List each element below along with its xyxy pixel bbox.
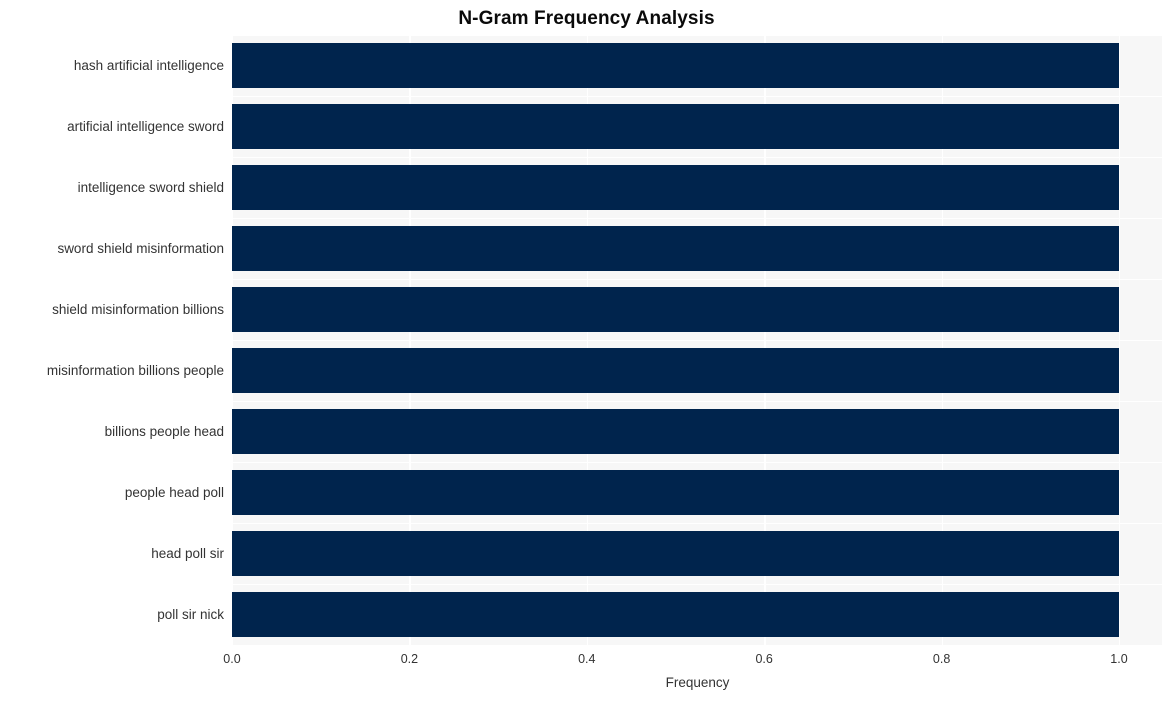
x-axis-tick-label: 1.0 [1110, 652, 1128, 666]
horizontal-gridline [232, 96, 1163, 98]
x-axis-tick-label: 0.8 [932, 652, 951, 666]
horizontal-gridline [232, 279, 1163, 281]
x-axis-tick-label: 0.0 [223, 652, 241, 666]
bar [232, 43, 1119, 88]
bar [232, 409, 1119, 454]
bar [232, 531, 1119, 576]
x-axis-tick-label: 0.4 [578, 652, 596, 666]
bar [232, 104, 1119, 149]
vertical-gridline [1161, 35, 1163, 645]
x-axis-tick-label: 0.6 [755, 652, 773, 666]
y-axis-tick-label: sword shield misinformation [57, 240, 224, 256]
y-axis-tick-label: people head poll [124, 484, 224, 500]
y-axis-tick-label: intelligence sword shield [77, 179, 224, 195]
y-axis-tick-label: hash artificial intelligence [73, 57, 224, 73]
horizontal-gridline [232, 523, 1163, 525]
horizontal-gridline [232, 340, 1163, 342]
chart-title: N-Gram Frequency Analysis [458, 8, 715, 29]
y-axis-tick-label: poll sir nick [157, 606, 224, 622]
bar [232, 165, 1119, 210]
horizontal-gridline [232, 584, 1163, 586]
horizontal-gridline [232, 462, 1163, 464]
horizontal-gridline [232, 218, 1163, 220]
plot-area [232, 35, 1163, 645]
y-axis-tick-label: misinformation billions people [46, 362, 224, 378]
bar [232, 287, 1119, 332]
horizontal-gridline [232, 35, 1163, 37]
y-axis-tick-label: artificial intelligence sword [67, 118, 224, 134]
ngram-frequency-chart: N-Gram Frequency Analysis hash artificia… [0, 0, 1173, 701]
x-axis-title: Frequency [665, 675, 730, 690]
x-axis-tick-label: 0.2 [400, 652, 419, 666]
y-axis-tick-label: head poll sir [151, 545, 224, 561]
bar [232, 470, 1119, 515]
horizontal-gridline [232, 401, 1163, 403]
vertical-gridline [1119, 35, 1121, 645]
horizontal-gridline [232, 157, 1163, 159]
bar [232, 348, 1119, 393]
y-axis-tick-label: billions people head [104, 423, 224, 439]
bar [232, 592, 1119, 637]
bar [232, 226, 1119, 271]
y-axis-tick-label: shield misinformation billions [52, 301, 224, 317]
